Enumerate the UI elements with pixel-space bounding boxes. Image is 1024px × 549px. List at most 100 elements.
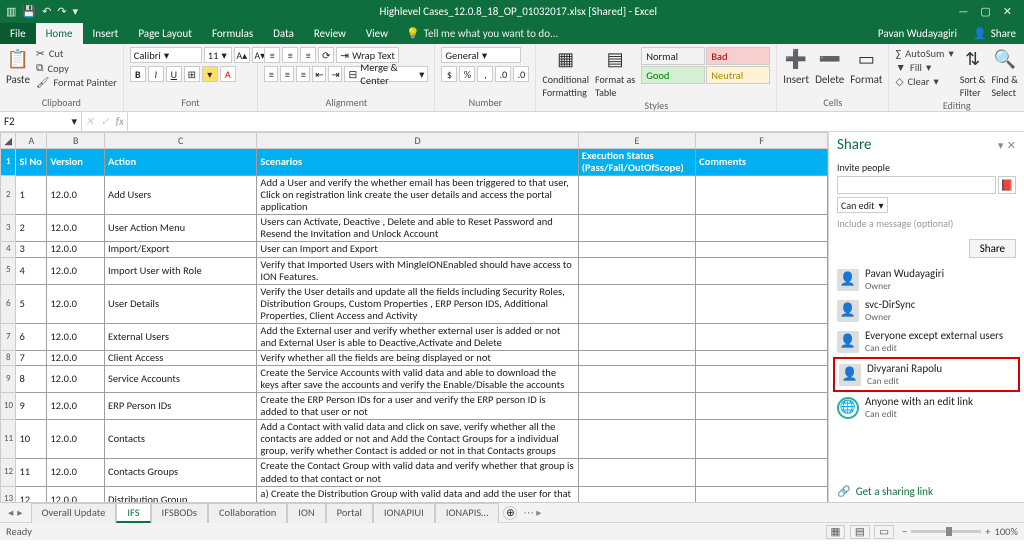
- cell[interactable]: Create the Contact Group with valid data…: [257, 459, 578, 486]
- get-sharing-link[interactable]: 🔗Get a sharing link: [829, 481, 1024, 502]
- cell[interactable]: Contacts Groups: [105, 459, 257, 486]
- share-person[interactable]: 👤svc-DirSyncOwner: [829, 295, 1024, 326]
- cell[interactable]: [696, 176, 828, 215]
- comma-icon[interactable]: ,: [477, 66, 493, 82]
- cell[interactable]: 7: [16, 350, 47, 365]
- zoom-slider[interactable]: [911, 530, 981, 533]
- cell[interactable]: User Action Menu: [105, 215, 257, 242]
- cell[interactable]: [696, 257, 828, 284]
- tab-formulas[interactable]: Formulas: [202, 23, 263, 44]
- cell[interactable]: [578, 350, 695, 365]
- row-number[interactable]: 6: [1, 284, 16, 323]
- row-number[interactable]: 1: [1, 149, 16, 176]
- scroll-tabs-icon[interactable]: ⋯ ▸: [523, 506, 541, 519]
- cell[interactable]: 11: [16, 459, 47, 486]
- bold-button[interactable]: B: [130, 66, 146, 82]
- tab-review[interactable]: Review: [304, 23, 356, 44]
- font-size-select[interactable]: 11▾: [204, 47, 232, 63]
- row-number[interactable]: 5: [1, 257, 16, 284]
- undo-icon[interactable]: ↶: [42, 5, 51, 18]
- cell[interactable]: [578, 257, 695, 284]
- align-left-icon[interactable]: ≡: [264, 66, 278, 82]
- share-person[interactable]: 👤Pavan WudayagiriOwner: [829, 264, 1024, 295]
- window-controls[interactable]: —▢✕: [952, 5, 1018, 18]
- cell[interactable]: Add a User and verify the whether email …: [257, 176, 578, 215]
- cell[interactable]: [696, 459, 828, 486]
- cell[interactable]: 12.0.0: [47, 366, 105, 393]
- align-right-icon[interactable]: ≡: [296, 66, 310, 82]
- col-header[interactable]: F: [696, 133, 828, 149]
- italic-button[interactable]: I: [148, 66, 164, 82]
- cell[interactable]: [696, 393, 828, 420]
- cell[interactable]: Import/Export: [105, 242, 257, 257]
- cell[interactable]: [578, 420, 695, 459]
- cell[interactable]: Distribution Group: [105, 486, 257, 502]
- style-good[interactable]: Good: [641, 66, 705, 84]
- cell[interactable]: User can Import and Export: [257, 242, 578, 257]
- cell[interactable]: a) Create the Distribution Group with va…: [257, 486, 578, 502]
- cell[interactable]: Create the Service Accounts with valid d…: [257, 366, 578, 393]
- sheet-tab[interactable]: IONAPIS…: [435, 503, 500, 523]
- share-person[interactable]: 🌐Anyone with an edit linkCan edit: [829, 392, 1024, 423]
- cell[interactable]: Client Access: [105, 350, 257, 365]
- cell[interactable]: 12.0.0: [47, 393, 105, 420]
- tab-file[interactable]: File: [0, 23, 36, 44]
- tab-home[interactable]: Home: [36, 23, 83, 44]
- cell[interactable]: [696, 350, 828, 365]
- row-number[interactable]: 7: [1, 323, 16, 350]
- tab-data[interactable]: Data: [263, 23, 304, 44]
- cell[interactable]: [578, 215, 695, 242]
- cell[interactable]: 9: [16, 393, 47, 420]
- address-book-icon[interactable]: 📕: [998, 176, 1016, 194]
- tab-page-layout[interactable]: Page Layout: [128, 23, 202, 44]
- sheet-tab[interactable]: Portal: [326, 503, 373, 523]
- orientation-icon[interactable]: ⟳: [318, 47, 334, 63]
- share-button[interactable]: 👤Share: [965, 23, 1024, 44]
- cell[interactable]: [696, 486, 828, 502]
- cell[interactable]: External Users: [105, 323, 257, 350]
- cell[interactable]: [578, 284, 695, 323]
- header-comments[interactable]: Comments: [696, 149, 828, 176]
- increase-font-icon[interactable]: A▴: [234, 47, 250, 63]
- row-number[interactable]: 2: [1, 176, 16, 215]
- font-color-button[interactable]: A: [220, 66, 236, 82]
- tell-me[interactable]: 💡Tell me what you want to do...: [398, 23, 870, 44]
- header-version[interactable]: Version: [47, 149, 105, 176]
- cell[interactable]: 12.0.0: [47, 323, 105, 350]
- row-number[interactable]: 8: [1, 350, 16, 365]
- cell[interactable]: 10: [16, 420, 47, 459]
- sheet-tab[interactable]: Overall Update: [31, 503, 117, 523]
- cell[interactable]: ERP Person IDs: [105, 393, 257, 420]
- qat-customize-icon[interactable]: ▾: [73, 5, 79, 18]
- cell[interactable]: [578, 486, 695, 502]
- view-page-layout-icon[interactable]: ▤: [850, 525, 870, 539]
- style-normal[interactable]: Normal: [641, 47, 705, 65]
- cell[interactable]: Add Users: [105, 176, 257, 215]
- cut-button[interactable]: ✂Cut: [36, 47, 117, 60]
- fx-controls[interactable]: ✕✓fx: [82, 112, 128, 131]
- redo-icon[interactable]: ↷: [57, 5, 66, 18]
- cell[interactable]: [578, 366, 695, 393]
- insert-cells-button[interactable]: ➕Insert: [783, 47, 809, 86]
- header-exec[interactable]: Execution Status (Pass/Fail/OutOfScope): [578, 149, 695, 176]
- header-action[interactable]: Action: [105, 149, 257, 176]
- align-center-icon[interactable]: ≡: [280, 66, 294, 82]
- copy-button[interactable]: ⧉Copy: [36, 61, 117, 75]
- cell[interactable]: [578, 242, 695, 257]
- cell[interactable]: 12.0.0: [47, 242, 105, 257]
- format-cells-button[interactable]: ▭Format: [850, 47, 882, 86]
- cell[interactable]: [578, 323, 695, 350]
- tab-insert[interactable]: Insert: [83, 23, 129, 44]
- save-icon[interactable]: 💾: [22, 5, 36, 18]
- cell[interactable]: 4: [16, 257, 47, 284]
- sort-filter-button[interactable]: ⇅Sort & Filter: [960, 47, 986, 99]
- cell[interactable]: [696, 284, 828, 323]
- cell[interactable]: Add a Contact with valid data and click …: [257, 420, 578, 459]
- number-format-select[interactable]: General▾: [441, 47, 521, 63]
- permission-select[interactable]: Can edit▾: [837, 197, 888, 213]
- select-all-corner[interactable]: ◢: [1, 133, 16, 149]
- col-header[interactable]: E: [578, 133, 695, 149]
- inc-decimal-icon[interactable]: .0: [495, 66, 511, 82]
- row-number[interactable]: 12: [1, 459, 16, 486]
- col-header[interactable]: D: [257, 133, 578, 149]
